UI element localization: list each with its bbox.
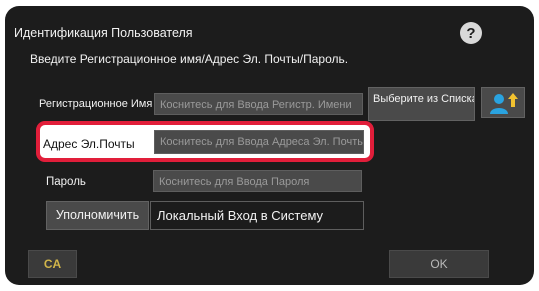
local-login-field[interactable]: Локальный Вход в Систему: [150, 201, 364, 230]
authorize-button[interactable]: Уполномичить: [46, 201, 149, 230]
authentication-dialog: Идентификация Пользователя ? Введите Рег…: [5, 6, 534, 285]
user-list-button[interactable]: [481, 87, 525, 118]
email-label: Адрес Эл.Почты: [43, 137, 135, 151]
user-list-icon: [490, 92, 518, 114]
ok-button[interactable]: OK: [389, 250, 489, 278]
password-label: Пароль: [46, 176, 86, 188]
password-field[interactable]: Коснитесь для Ввода Пароля: [153, 170, 362, 192]
help-icon[interactable]: ?: [460, 22, 482, 44]
dialog-title: Идентификация Пользователя: [14, 26, 193, 40]
email-field[interactable]: Коснитесь для Ввода Адреса Эл. Почты: [154, 130, 364, 154]
instruction-text: Введите Регистрационное имя/Адрес Эл. По…: [30, 52, 349, 66]
login-name-label: Регистрационное Имя: [39, 98, 153, 110]
login-name-field[interactable]: Коснитесь для Ввода Регистр. Имени: [154, 93, 363, 115]
clear-all-button[interactable]: CA: [28, 250, 77, 278]
select-from-list-button[interactable]: Выберите из Списка: [368, 87, 475, 121]
